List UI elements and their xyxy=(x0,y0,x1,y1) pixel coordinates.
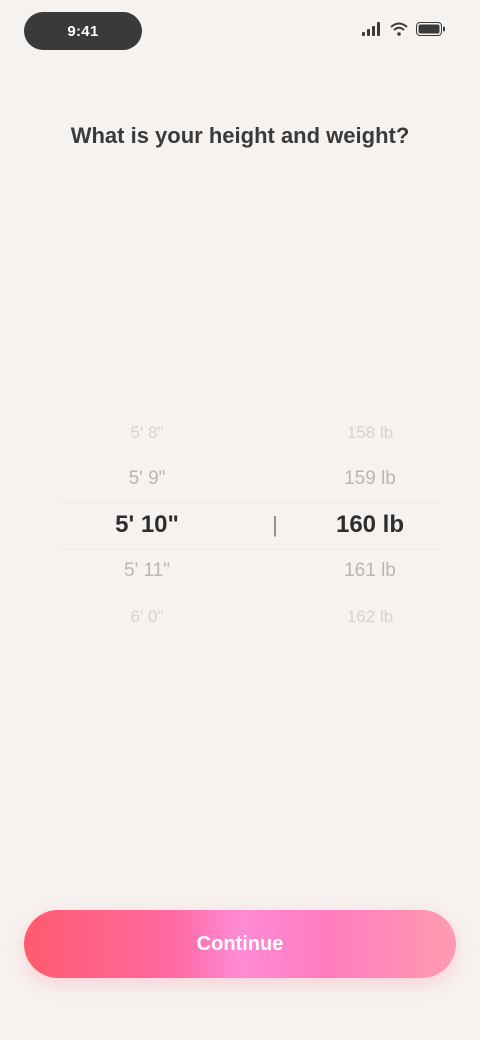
continue-button[interactable]: Continue xyxy=(24,910,456,978)
height-weight-picker[interactable]: 5' 8" 5' 9" 5' 10" 5' 11" 6' 0" | 158 lb… xyxy=(60,410,440,640)
weight-option[interactable]: 158 lb xyxy=(310,410,430,456)
height-option[interactable]: 6' 0" xyxy=(72,594,222,640)
question-title: What is your height and weight? xyxy=(70,123,410,148)
screen: 9:41 What is your height and weight? 5' … xyxy=(0,0,480,1040)
weight-selected[interactable]: 160 lb xyxy=(310,502,430,548)
height-wheel[interactable]: 5' 8" 5' 9" 5' 10" 5' 11" 6' 0" xyxy=(72,410,222,640)
status-time: 9:41 xyxy=(24,12,142,50)
weight-option[interactable]: 161 lb xyxy=(310,548,430,594)
status-icons xyxy=(362,22,446,36)
signal-icon xyxy=(362,22,380,36)
weight-option[interactable]: 159 lb xyxy=(310,456,430,502)
height-option[interactable]: 5' 11" xyxy=(72,548,222,594)
picker-separator: | xyxy=(272,512,278,537)
status-bar: 9:41 xyxy=(0,0,480,64)
height-selected[interactable]: 5' 10" xyxy=(72,502,222,548)
weight-option[interactable]: 162 lb xyxy=(310,594,430,640)
height-option[interactable]: 5' 8" xyxy=(72,410,222,456)
weight-wheel[interactable]: 158 lb 159 lb 160 lb 161 lb 162 lb xyxy=(310,410,430,640)
battery-icon xyxy=(416,22,445,36)
wifi-icon xyxy=(390,22,408,36)
height-option[interactable]: 5' 9" xyxy=(72,456,222,502)
